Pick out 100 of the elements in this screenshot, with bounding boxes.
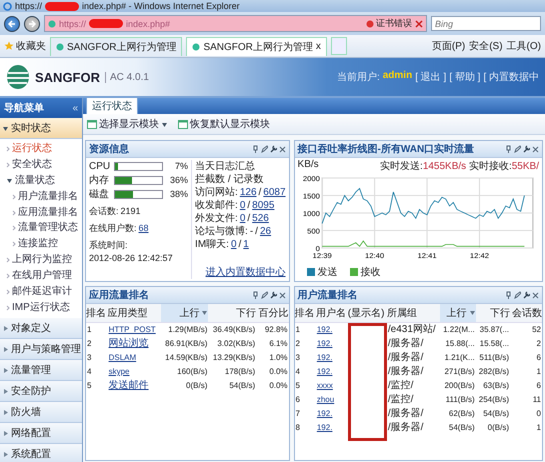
nav-item[interactable]: 在线用户管理 bbox=[0, 270, 82, 282]
nav-item[interactable]: 安全状态 bbox=[0, 158, 82, 171]
table-link[interactable]: HTTP_POST bbox=[108, 325, 156, 334]
count-value: - bbox=[250, 225, 254, 238]
content-tab[interactable]: 运行状态 bbox=[86, 97, 138, 114]
nav-section[interactable]: 防火墙 bbox=[0, 402, 82, 423]
column-header[interactable]: (显示名) bbox=[348, 304, 387, 322]
nav-section[interactable]: 网络配置 bbox=[0, 423, 82, 444]
address-field[interactable]: https:// index.php# 证书错误 bbox=[44, 15, 427, 32]
table-cell: 0 bbox=[536, 409, 541, 418]
column-header[interactable]: 用户名 bbox=[316, 304, 348, 322]
count-link[interactable]: 8095 bbox=[252, 199, 274, 212]
stat-label: 在线用户数: bbox=[89, 222, 137, 235]
table-link[interactable]: 192. bbox=[316, 423, 332, 432]
tab-close-button[interactable]: x bbox=[316, 41, 321, 52]
chevron-icon bbox=[6, 146, 10, 152]
header-link[interactable]: [ 内置数据中 bbox=[483, 70, 539, 84]
nav-item[interactable]: 邮件延迟审计 bbox=[0, 286, 82, 298]
table-link[interactable]: 192. bbox=[316, 367, 332, 376]
browser-tab[interactable]: SANGFOR上网行为管理 bbox=[50, 36, 182, 56]
nav-section[interactable]: 系统配置 bbox=[0, 444, 82, 462]
header-link[interactable]: [ 退出 ] bbox=[415, 70, 446, 84]
panel-title: 接口吞吐率折线图-所有WAN口实时流量 bbox=[298, 142, 474, 156]
column-header[interactable]: 下行 bbox=[476, 304, 510, 322]
table-link[interactable]: 192. bbox=[316, 339, 332, 348]
table-cell: /服务器/ bbox=[388, 352, 424, 363]
header-link[interactable]: [ 帮助 ] bbox=[449, 70, 480, 84]
column-header[interactable]: 上行 bbox=[160, 304, 208, 322]
table-cell: 254(B/s) bbox=[478, 395, 510, 404]
nav-item[interactable]: 连接监控 bbox=[0, 238, 82, 250]
browser-tab[interactable]: SANGFOR上网行为管理 x bbox=[186, 36, 327, 56]
count-link[interactable]: 6087 bbox=[263, 186, 286, 199]
meter-label: 内存 bbox=[89, 174, 110, 187]
count-link[interactable]: 26 bbox=[260, 225, 272, 238]
arrow-left-icon bbox=[8, 20, 16, 28]
panel-title: 资源信息 bbox=[89, 142, 129, 156]
table-cell: 0(B/s) bbox=[488, 423, 510, 432]
pin-icon bbox=[252, 145, 259, 153]
menu-item[interactable]: 安全(S) bbox=[469, 39, 503, 53]
favorites-button[interactable]: 收藏夹 bbox=[4, 39, 46, 53]
table-cell: 1.29(MB/s) bbox=[168, 325, 208, 334]
column-header[interactable]: 应用类型 bbox=[108, 304, 161, 322]
nav-section[interactable]: 实时状态 bbox=[0, 118, 82, 139]
certificate-error-button[interactable]: 证书错误 bbox=[366, 17, 412, 30]
nav-section[interactable]: 流量管理 bbox=[0, 360, 82, 381]
menu-item[interactable]: 页面(P) bbox=[432, 39, 466, 53]
table-link[interactable]: zhou bbox=[316, 395, 334, 404]
table-link[interactable]: 192. bbox=[316, 353, 332, 362]
table-cell: 6.1% bbox=[269, 339, 288, 348]
table-link[interactable]: 192. bbox=[316, 409, 332, 418]
column-header[interactable]: 排名 bbox=[86, 304, 108, 322]
table-link[interactable]: 192. bbox=[316, 325, 332, 334]
count-link[interactable]: 0 bbox=[240, 212, 246, 225]
nav-section[interactable]: 对象定义 bbox=[0, 318, 82, 339]
nav-item[interactable]: IMP运行状态 bbox=[0, 302, 82, 314]
column-header[interactable]: 百分比 bbox=[256, 304, 289, 322]
count-link[interactable]: 1 bbox=[243, 238, 249, 251]
table-cell: 15.58(... bbox=[480, 339, 510, 348]
nav-item[interactable]: 用户流量排名 bbox=[0, 190, 82, 203]
column-header[interactable]: 所属组 bbox=[386, 304, 440, 322]
data-center-link[interactable]: 进入内置数据中心 bbox=[206, 266, 286, 279]
forward-button[interactable] bbox=[24, 16, 40, 32]
count-link[interactable]: 0 bbox=[230, 238, 236, 251]
table-cell: 1 bbox=[536, 423, 541, 432]
stat-link[interactable]: 68 bbox=[138, 222, 149, 235]
column-header[interactable]: 下行 bbox=[208, 304, 256, 322]
meter-label: CPU bbox=[89, 160, 111, 173]
toolbar-button[interactable]: 选择显示模块 bbox=[87, 117, 168, 131]
collapse-button[interactable]: « bbox=[72, 102, 78, 114]
count-link[interactable]: 0 bbox=[240, 199, 246, 212]
log-label: 论坛与微博: bbox=[195, 225, 248, 238]
table-cell: 35.87(... bbox=[480, 325, 510, 334]
nav-section[interactable]: 安全防护 bbox=[0, 381, 82, 402]
table-link[interactable]: 网站浏览 bbox=[108, 338, 149, 349]
table-link[interactable]: DSLAM bbox=[108, 353, 136, 362]
table-cell: 14.59(KB/s) bbox=[165, 353, 208, 362]
table-cell: /监控/ bbox=[388, 394, 414, 405]
count-link[interactable]: 526 bbox=[252, 212, 269, 225]
nav-section[interactable]: 用户与策略管理 bbox=[0, 339, 82, 360]
column-header[interactable]: 会话数 bbox=[510, 304, 542, 322]
table-cell: 92.8% bbox=[264, 325, 288, 334]
nav-item[interactable]: 上网行为监控 bbox=[0, 254, 82, 266]
caret-right-icon bbox=[2, 388, 9, 394]
column-header[interactable]: 排名 bbox=[294, 304, 316, 322]
edit-icon bbox=[514, 291, 521, 299]
toolbar-button[interactable]: 恢复默认显示模块 bbox=[178, 117, 270, 131]
count-link[interactable]: 126 bbox=[240, 186, 257, 199]
nav-item[interactable]: 流量管理状态 bbox=[0, 222, 82, 234]
table-link[interactable]: skype bbox=[108, 367, 130, 376]
table-link[interactable]: 发送邮件 bbox=[108, 380, 149, 391]
menu-item[interactable]: 工具(O) bbox=[506, 39, 541, 53]
nav-item[interactable]: 运行状态 bbox=[0, 142, 82, 155]
table-cell: /服务器/ bbox=[388, 366, 424, 377]
table-link[interactable]: xxxx bbox=[316, 381, 333, 390]
back-button[interactable] bbox=[4, 16, 20, 32]
nav-item[interactable]: 流量状态 bbox=[0, 174, 82, 187]
column-header[interactable]: 上行 bbox=[440, 304, 476, 322]
search-field[interactable]: Bing bbox=[431, 16, 541, 31]
wrench-icon bbox=[523, 291, 530, 299]
nav-item[interactable]: 应用流量排名 bbox=[0, 206, 82, 219]
